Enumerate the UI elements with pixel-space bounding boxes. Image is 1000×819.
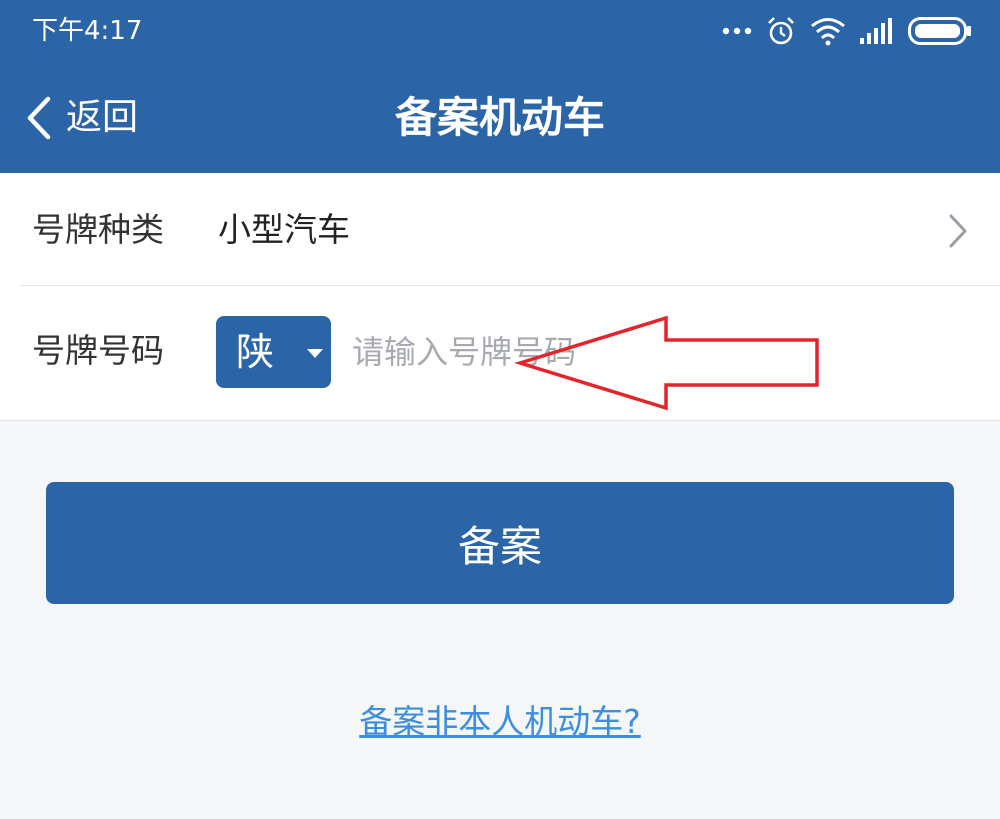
province-select[interactable]: 陕 xyxy=(216,316,331,388)
battery-icon xyxy=(908,17,971,45)
register-other-vehicle-link[interactable]: 备案非本人机动车? xyxy=(0,700,1000,744)
province-value: 陕 xyxy=(236,330,275,374)
caret-down-icon xyxy=(307,349,323,358)
chevron-right-icon xyxy=(949,214,967,248)
status-bar: 下午4:17 xyxy=(0,0,1000,62)
plate-type-row[interactable]: 号牌种类 小型汽车 xyxy=(0,173,1000,285)
status-icons xyxy=(722,14,972,48)
wifi-icon xyxy=(811,18,845,46)
nav-bar: 返回 备案机动车 xyxy=(0,62,1000,173)
alarm-icon xyxy=(768,17,794,45)
more-dots-icon xyxy=(722,27,752,35)
signal-icon xyxy=(860,18,892,44)
status-time: 下午4:17 xyxy=(32,16,143,46)
plate-number-input[interactable] xyxy=(352,326,792,378)
plate-type-label: 号牌种类 xyxy=(32,210,164,249)
plate-number-label: 号牌号码 xyxy=(32,331,164,370)
form-card: 号牌种类 小型汽车 号牌号码 陕 xyxy=(0,173,1000,421)
register-button[interactable]: 备案 xyxy=(46,482,954,604)
page-title: 备案机动车 xyxy=(394,93,605,142)
plate-type-value: 小型汽车 xyxy=(218,210,350,249)
plate-number-row: 号牌号码 陕 xyxy=(0,286,1000,420)
